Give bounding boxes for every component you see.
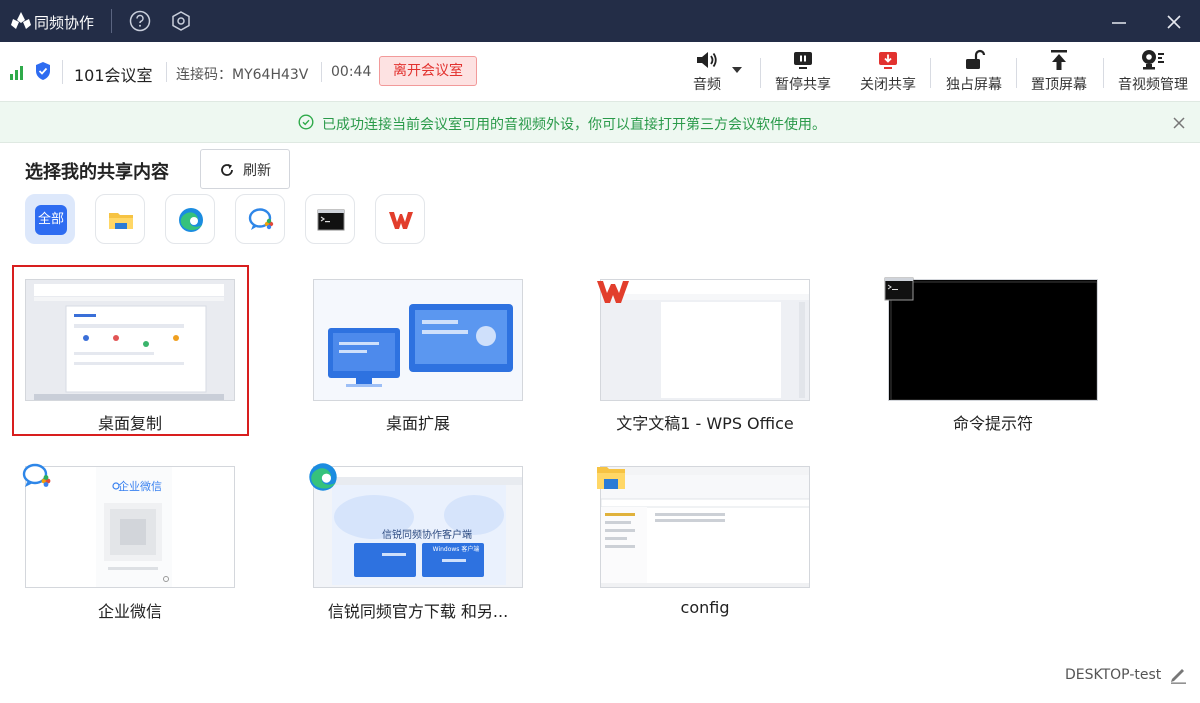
audio-label: 音频	[693, 77, 721, 93]
share-card-config[interactable]	[600, 466, 810, 588]
audio-button[interactable]: 音频	[688, 48, 726, 94]
pause-share-icon	[794, 52, 812, 69]
desktop-copy-thumbnail	[26, 280, 234, 400]
share-card-label: 信锐同频官方下载 和另...	[327, 602, 509, 621]
notice-close-icon[interactable]	[1172, 116, 1186, 130]
security-shield-icon	[36, 62, 50, 80]
share-card-label: 文字文稿1 - WPS Office	[616, 414, 794, 433]
exclusive-screen-button[interactable]: 独占屏幕	[941, 48, 1007, 94]
pause-share-label: 暂停共享	[775, 77, 831, 93]
edge-badge-icon	[309, 463, 337, 491]
share-card-label: 命令提示符	[952, 414, 1033, 433]
toolbar-divider	[1016, 58, 1017, 88]
title-divider	[111, 9, 112, 33]
share-card-desktop-extend[interactable]	[313, 279, 523, 401]
filter-all-label: 全部	[35, 205, 67, 235]
edge-thumbnail-windows-client: Windows 客户端	[432, 546, 480, 553]
filter-wecom[interactable]	[235, 194, 285, 244]
share-card-label: 桌面复制	[97, 414, 162, 433]
pin-screen-label: 置顶屏幕	[1031, 77, 1087, 93]
minimize-icon[interactable]	[1110, 13, 1128, 31]
speaker-icon	[697, 52, 717, 68]
folder-badge-icon	[597, 467, 625, 489]
cmd-window-thumbnail	[889, 280, 1097, 400]
share-card-desktop-copy[interactable]	[25, 279, 235, 401]
stop-share-icon	[879, 52, 897, 69]
meeting-divider	[62, 60, 63, 84]
wps-icon	[389, 212, 413, 229]
cmd-badge-icon	[884, 277, 914, 301]
leave-room-button[interactable]: 离开会议室	[379, 56, 477, 86]
share-card-label: 企业微信	[97, 602, 162, 621]
close-share-label: 关闭共享	[860, 77, 916, 93]
share-card-label: config	[680, 598, 730, 617]
command-prompt-icon	[317, 209, 345, 231]
share-section-title: 选择我的共享内容	[25, 162, 169, 183]
room-name: 101会议室	[74, 66, 153, 85]
meeting-divider	[166, 62, 167, 82]
wps-badge-icon	[597, 281, 629, 303]
wecom-icon	[248, 208, 274, 230]
signal-strength-icon	[10, 66, 23, 80]
filter-file-explorer[interactable]	[95, 194, 145, 244]
settings-icon[interactable]	[170, 10, 192, 32]
device-name: DESKTOP-test	[1065, 667, 1162, 683]
audio-dropdown-chevron-icon[interactable]	[731, 66, 743, 74]
filter-wps[interactable]	[375, 194, 425, 244]
share-card-wps[interactable]	[600, 279, 810, 401]
av-manage-button[interactable]: 音视频管理	[1113, 48, 1193, 94]
refresh-button[interactable]: 刷新	[200, 149, 290, 189]
exclusive-screen-label: 独占屏幕	[946, 77, 1002, 93]
close-icon[interactable]	[1165, 13, 1183, 31]
app-logo-icon	[11, 12, 31, 29]
camera-manage-icon	[1142, 50, 1164, 70]
share-card-label: 桌面扩展	[385, 414, 450, 433]
refresh-label: 刷新	[243, 163, 271, 179]
av-manage-label: 音视频管理	[1118, 77, 1188, 93]
wecom-badge-icon	[22, 463, 51, 487]
pin-screen-button[interactable]: 置顶屏幕	[1026, 48, 1092, 94]
explorer-window-thumbnail	[601, 467, 809, 587]
edge-browser-icon	[179, 208, 203, 232]
edit-pencil-icon[interactable]	[1168, 664, 1188, 684]
pin-top-icon	[1051, 50, 1067, 70]
wps-window-thumbnail	[601, 280, 809, 400]
meeting-divider	[321, 62, 322, 82]
desktop-extend-thumbnail	[314, 280, 522, 400]
help-icon[interactable]	[129, 10, 151, 32]
close-share-button[interactable]: 关闭共享	[855, 48, 921, 94]
folder-icon	[109, 213, 133, 229]
app-title: 同频协作	[34, 14, 95, 32]
toolbar-divider	[1103, 58, 1104, 88]
filter-all[interactable]: 全部	[25, 194, 75, 244]
refresh-icon	[221, 164, 233, 176]
pause-share-button[interactable]: 暂停共享	[770, 48, 836, 94]
toolbar-divider	[930, 58, 931, 88]
meeting-timer: 00:44	[331, 64, 372, 80]
check-circle-icon	[298, 114, 314, 130]
edge-thumbnail-heading: 信锐同频协作客户端	[382, 530, 472, 541]
share-card-cmd[interactable]	[888, 279, 1098, 401]
toolbar-divider	[760, 58, 761, 88]
notice-text: 已成功连接当前会议室可用的音视频外设，你可以直接打开第三方会议软件使用。	[322, 117, 826, 133]
filter-edge[interactable]	[165, 194, 215, 244]
wecom-thumbnail-brand: 企业微信	[118, 480, 162, 493]
connection-code: 连接码：MY64H43V	[176, 67, 309, 83]
unlock-icon	[966, 49, 986, 69]
filter-cmd[interactable]	[305, 194, 355, 244]
